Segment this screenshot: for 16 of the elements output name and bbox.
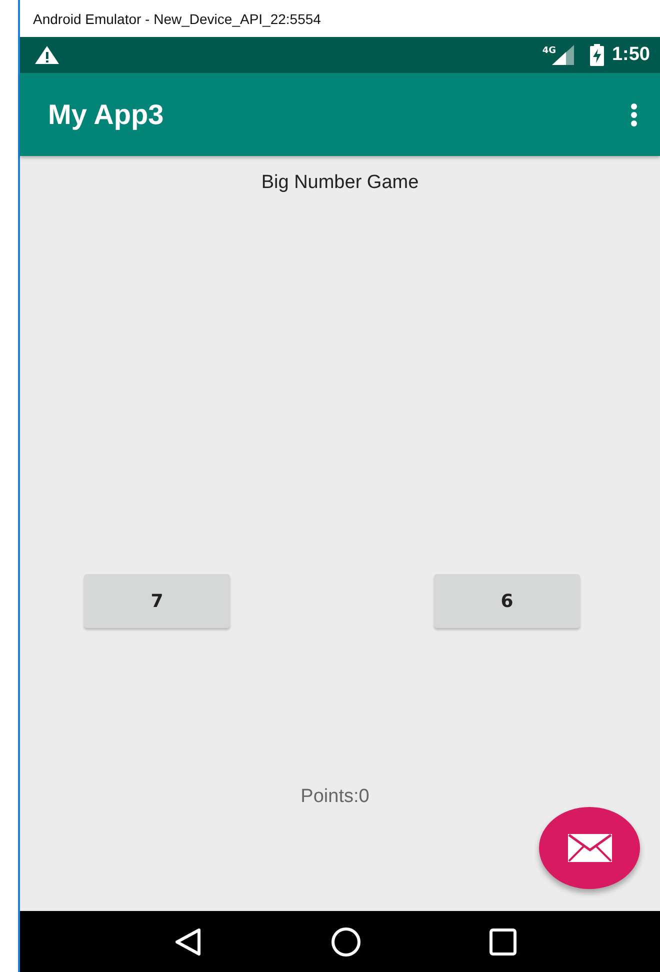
network-label: 4G: [542, 46, 556, 56]
more-options-icon[interactable]: [630, 102, 638, 126]
clock: 1:50: [612, 44, 650, 66]
window-title: Android Emulator - New_Device_API_22:5554: [33, 10, 321, 26]
number-button[interactable]: 6: [434, 574, 580, 628]
recents-button[interactable]: [488, 928, 517, 956]
game-title: Big Number Game: [261, 172, 419, 194]
mail-fab[interactable]: [539, 807, 640, 889]
back-button[interactable]: [173, 926, 204, 956]
home-button[interactable]: [330, 926, 362, 958]
app-title: My App3: [48, 98, 164, 130]
points-label: Points:0: [300, 786, 370, 808]
envelope-icon: [568, 834, 612, 862]
number-button[interactable]: 7: [84, 574, 230, 628]
warning-icon: [34, 45, 60, 65]
battery-icon: [590, 44, 604, 66]
